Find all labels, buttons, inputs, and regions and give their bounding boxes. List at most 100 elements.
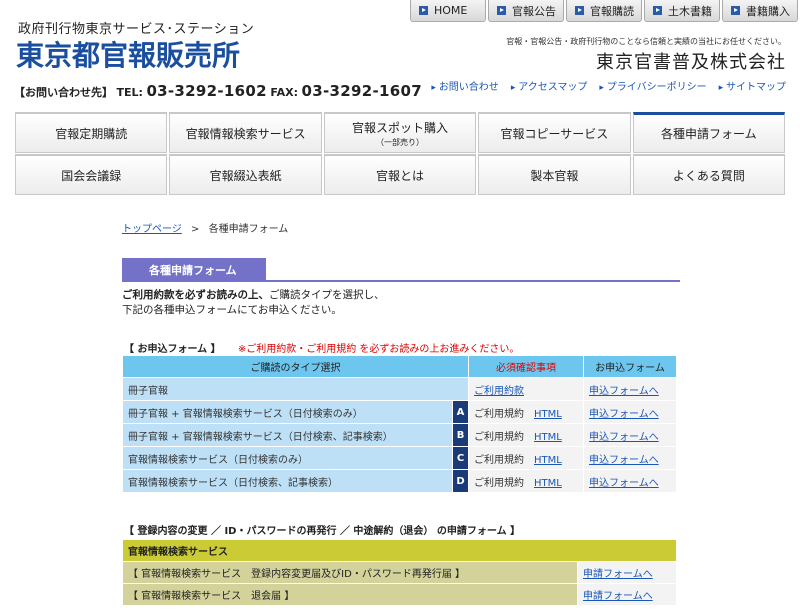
nav-subscription[interactable]: 官報定期購読 [15,112,168,153]
form-link-cell: 申請フォームへ [577,583,677,606]
terms-html-link[interactable]: HTML [534,455,562,466]
apply-form-link[interactable]: 申込フォームへ [589,432,659,443]
breadcrumb: トップページ > 各種申請フォーム [122,220,288,235]
nav-binder-cover[interactable]: 官報綴込表紙 [169,154,322,195]
nav-copy-service[interactable]: 官報コピーサービス [478,112,631,153]
table-row: 官報情報検索サービス（日付検索のみ） C ご利用規約 HTML 申込フォームへ [122,446,677,470]
top-nav-notice[interactable]: 官報公告 [488,0,564,22]
arrow-icon [575,6,584,15]
terms-label: ご利用規約 [474,408,524,420]
change-form-heading: 【 登録内容の変更 ／ ID・パスワードの再発行 ／ 中途解約（退会） の申請フ… [124,526,521,537]
change-item-label: 【 官報情報検索サービス 登録内容変更届及びID・パスワード再発行届 】 [122,561,578,584]
nav-faq[interactable]: よくある質問 [632,154,786,195]
apply-form-table: ご購読のタイプ選択 必須確認事項 お申込フォーム 冊子官報 ご利用約款 申込フォ… [122,355,677,493]
nav-label: 国会会議録 [61,168,122,183]
table-row: 官報情報検索サービス（日付検索、記事検索） D ご利用規約 HTML 申込フォーム… [122,469,677,493]
apply-form-link[interactable]: 申込フォームへ [589,455,659,466]
arrow-icon [419,6,428,15]
intro-text: ご利用約款を必ずお読みの上、ご購読タイプを選択し、 下記の各種申込フォームにてお… [122,288,385,318]
nav-label: 官報定期購読 [55,126,128,141]
change-form-table: 官報情報検索サービス 【 官報情報検索サービス 登録内容変更届及びID・パスワー… [122,539,677,606]
breadcrumb-separator: > [191,224,200,235]
nav-spot-purchase[interactable]: 官報スポット購入 （一部売り） [323,112,477,153]
breadcrumb-home[interactable]: トップページ [122,224,182,235]
apply-form-link[interactable]: 申込フォームへ [589,386,659,397]
group-header: 官報情報検索サービス [122,539,677,562]
site-logo[interactable]: 東京都官報販売所 [16,34,240,74]
table-group-row: 官報情報検索サービス [122,539,677,562]
nav-diet-records[interactable]: 国会会議録 [15,154,168,195]
nav-label: 官報とは [376,168,425,183]
fax-label: FAX: [270,86,299,99]
top-nav-label: 土木書籍 [668,4,712,18]
nav-label: 各種申請フォーム [661,127,757,141]
intro-bold: ご利用約款を必ずお読みの上、 [122,289,269,301]
col-header-required: 必須確認事項 [468,355,584,378]
section-title-bar: 各種申請フォーム [122,258,680,282]
nav-bound-gazette[interactable]: 製本官報 [478,154,631,195]
form-link-cell: 申請フォームへ [577,561,677,584]
table-row: 冊子官報 + 官報情報検索サービス（日付検索、記事検索） B ご利用規約 HTML… [122,423,677,447]
nav-label: 官報コピーサービス [500,126,609,141]
change-form-link[interactable]: 申請フォームへ [583,569,653,580]
type-cell: 冊子官報 + 官報情報検索サービス（日付検索のみ） [122,400,453,424]
form-link-cell: 申込フォームへ [583,423,677,447]
util-link-contact[interactable]: お問い合わせ [431,78,499,93]
table-row: 【 官報情報検索サービス 登録内容変更届及びID・パスワード再発行届 】 申請フ… [122,561,677,584]
nav-label: よくある質問 [672,168,745,183]
tel-label: TEL: [116,86,143,99]
contact-label: 【お問い合わせ先】 [14,86,113,99]
terms-link[interactable]: ご利用約款 [474,386,524,397]
apply-form-link[interactable]: 申込フォームへ [589,409,659,420]
nav-label: 官報スポット購入 [352,120,449,135]
type-letter-badge: C [452,446,469,470]
nav-search-service[interactable]: 官報情報検索サービス [169,112,322,153]
tagline: 官報・官報公告・政府刊行物のことなら信頼と実績の当社にお任せください。 [506,37,786,46]
fax-number: 03-3292-1607 [301,82,422,100]
util-link-sitemap[interactable]: サイトマップ [719,78,786,93]
intro-rest: ご購読タイプを選択し、 [269,289,385,301]
type-letter-badge: B [452,423,469,447]
nav-application-forms[interactable]: 各種申請フォーム [632,112,786,153]
apply-form-heading-line: 【 お申込フォーム 】 ※ご利用約款・ご利用規約 を必ずお読みの上お進みください… [124,340,519,355]
arrow-icon [497,6,506,15]
table-row: 冊子官報 + 官報情報検索サービス（日付検索のみ） A ご利用規約 HTML 申込… [122,400,677,424]
col-header-form: お申込フォーム [583,355,677,378]
apply-form-warning: ※ご利用約款・ご利用規約 を必ずお読みの上お進みください。 [237,344,520,355]
terms-label: ご利用規約 [474,454,524,466]
top-nav-home[interactable]: HOME [410,0,486,22]
conf-cell: ご利用規約 HTML [468,400,584,424]
nav-sublabel: （一部売り） [376,137,425,147]
tel-number: 03-3292-1602 [146,82,267,100]
top-nav-label: 官報購読 [590,4,634,18]
section-title: 各種申請フォーム [122,258,266,282]
apply-form-heading: 【 お申込フォーム 】 [124,344,221,355]
conf-cell: ご利用規約 HTML [468,469,584,493]
withdraw-form-link[interactable]: 申請フォームへ [583,591,653,602]
nav-row-1: 官報定期購読 官報情報検索サービス 官報スポット購入 （一部売り） 官報コピーサー… [15,112,786,153]
col-header-type: ご購読のタイプ選択 [122,355,469,378]
util-link-privacy[interactable]: プライバシーポリシー [599,78,707,93]
terms-html-link[interactable]: HTML [534,478,562,489]
breadcrumb-current: 各種申請フォーム [208,224,289,235]
nav-about-gazette[interactable]: 官報とは [323,154,477,195]
top-nav-label: 書籍購入 [746,4,790,18]
top-nav-civil-books[interactable]: 土木書籍 [644,0,720,22]
type-cell: 冊子官報 + 官報情報検索サービス（日付検索、記事検索） [122,423,453,447]
top-nav-book-purchase[interactable]: 書籍購入 [722,0,798,22]
util-link-access[interactable]: アクセスマップ [511,78,587,93]
main-nav: 官報定期購読 官報情報検索サービス 官報スポット購入 （一部売り） 官報コピーサー… [15,112,786,196]
table-header-row: ご購読のタイプ選択 必須確認事項 お申込フォーム [122,355,677,378]
terms-html-link[interactable]: HTML [534,409,562,420]
change-item-label: 【 官報情報検索サービス 退会届 】 [122,583,578,606]
apply-form-link[interactable]: 申込フォームへ [589,478,659,489]
arrow-icon [653,6,662,15]
form-link-cell: 申込フォームへ [583,446,677,470]
top-nav-label: HOME [434,4,468,17]
type-cell: 官報情報検索サービス（日付検索のみ） [122,446,453,470]
terms-html-link[interactable]: HTML [534,432,562,443]
form-link-cell: 申込フォームへ [583,400,677,424]
nav-label: 製本官報 [530,168,579,183]
top-nav-subscription[interactable]: 官報購読 [566,0,642,22]
conf-cell: ご利用規約 HTML [468,446,584,470]
